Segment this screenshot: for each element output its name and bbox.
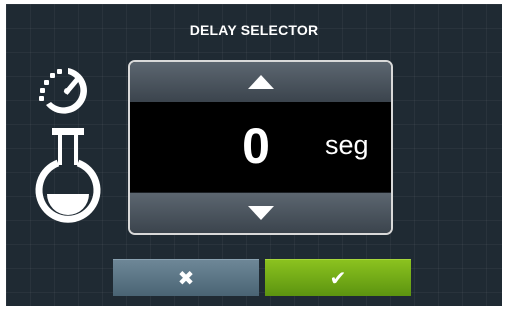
checkmark-icon: ✔ bbox=[329, 266, 347, 290]
confirm-button[interactable]: ✔ bbox=[265, 259, 411, 296]
triangle-up-icon bbox=[247, 75, 274, 89]
value-display: 0 seg bbox=[130, 102, 391, 193]
increase-button[interactable] bbox=[130, 62, 391, 103]
page-title: DELAY SELECTOR bbox=[189, 22, 319, 38]
triangle-down-icon bbox=[247, 206, 274, 220]
delay-unit: seg bbox=[325, 130, 369, 160]
decrease-button[interactable] bbox=[130, 192, 391, 233]
close-icon: ✖ bbox=[177, 266, 195, 290]
delay-selector-screen: DELAY SELECTOR 0 seg ✖ ✔ bbox=[6, 4, 502, 306]
timer-flask-icon bbox=[30, 64, 106, 232]
cancel-button[interactable]: ✖ bbox=[113, 259, 259, 296]
delay-value: 0 bbox=[242, 118, 270, 174]
delay-stepper: 0 seg bbox=[128, 60, 393, 235]
